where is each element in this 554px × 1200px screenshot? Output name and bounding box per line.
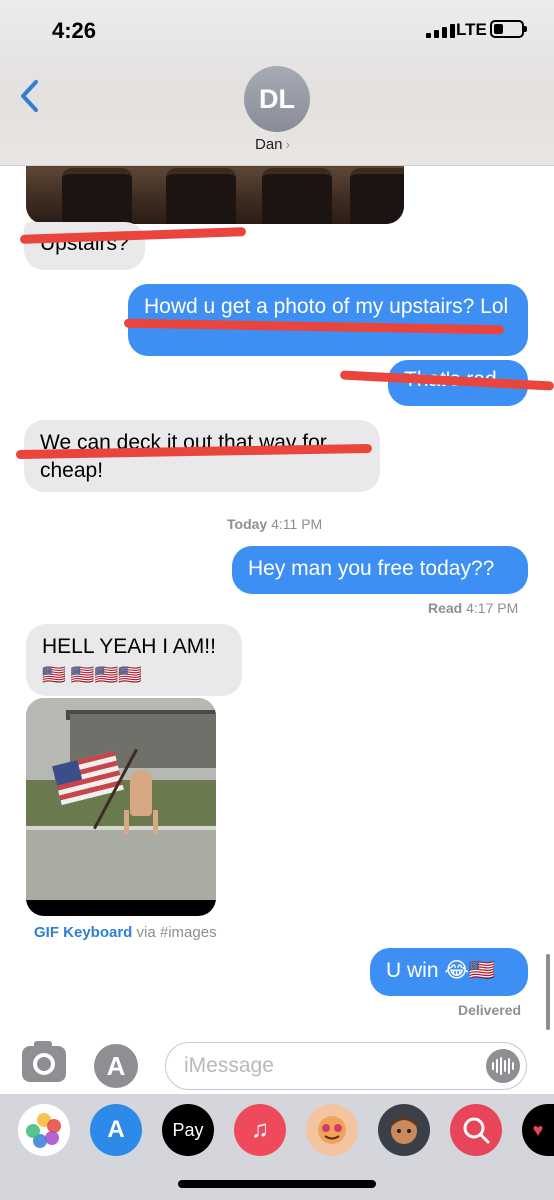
message-input[interactable]: iMessage [165, 1042, 527, 1090]
message-input-placeholder: iMessage [184, 1054, 274, 1077]
incoming-message[interactable]: HELL YEAH I AM!! 🇺🇸 🇺🇸🇺🇸🇺🇸 [26, 624, 242, 696]
app-store-icon[interactable]: A [94, 1044, 138, 1088]
animoji-icon[interactable] [378, 1104, 430, 1156]
message-text: Hey man you free today?? [248, 557, 495, 580]
signal-icon [426, 24, 455, 38]
message-text: HELL YEAH I AM!! [42, 635, 216, 658]
gif-via-text: via #images [136, 924, 217, 941]
gif-attribution: GIF Keyboard via #images [34, 924, 217, 941]
apple-pay-label: Pay [172, 1119, 204, 1140]
chevron-left-icon[interactable] [18, 78, 42, 114]
network-label: LTE [456, 20, 487, 39]
contact-avatar[interactable]: DL [244, 66, 310, 132]
message-timestamp: Today 4:11 PM [227, 516, 323, 532]
chevron-right-icon: › [285, 136, 291, 152]
gif-message[interactable] [26, 698, 216, 916]
flag-emojis: 🇺🇸 🇺🇸🇺🇸🇺🇸 [42, 665, 142, 686]
photos-app-icon[interactable] [18, 1104, 70, 1156]
contact-name: Dan [255, 136, 283, 153]
battery-icon [490, 20, 527, 38]
music-app-icon[interactable]: ♫ [234, 1104, 286, 1156]
home-indicator[interactable] [178, 1180, 376, 1188]
outgoing-message[interactable]: Hey man you free today?? [232, 546, 528, 594]
gif-keyboard-link[interactable]: GIF Keyboard [34, 924, 132, 941]
scrollbar[interactable] [546, 954, 550, 1030]
incoming-message[interactable]: Upstairs? [24, 222, 145, 270]
contact-name-button[interactable]: Dan › [255, 136, 290, 153]
message-text: U win 😂🇺🇸 [386, 959, 496, 982]
outgoing-message[interactable]: U win 😂🇺🇸 [370, 948, 528, 996]
delivered-status: Delivered [458, 1002, 522, 1018]
digital-touch-icon[interactable]: ♥ [522, 1104, 554, 1156]
app-store-app-icon[interactable]: A [90, 1104, 142, 1156]
search-web-icon[interactable] [450, 1104, 502, 1156]
status-time: 4:26 [52, 18, 97, 43]
conversation-header: 4:26 LTE DL Dan › [0, 0, 554, 166]
apple-pay-app-icon[interactable]: Pay [162, 1104, 214, 1156]
audio-waveform-icon[interactable] [486, 1049, 520, 1083]
read-receipt: Read 4:17 PM [428, 600, 519, 616]
memoji-stickers-icon[interactable] [306, 1104, 358, 1156]
camera-icon[interactable] [22, 1041, 66, 1082]
message-text: Howd u get a photo of my upstairs? Lol [144, 295, 509, 318]
